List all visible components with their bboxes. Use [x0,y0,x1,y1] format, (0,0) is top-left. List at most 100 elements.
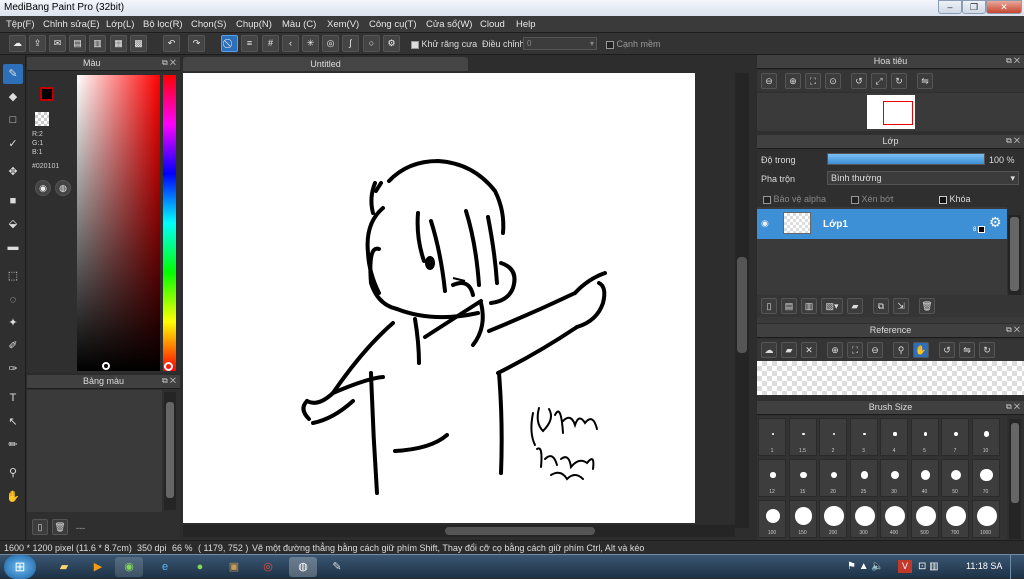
foreground-color[interactable] [40,87,54,101]
duplicate-layer-icon[interactable]: ⧉ [873,298,889,314]
comment-icon[interactable]: ✉ [49,35,66,52]
delete-swatch-icon[interactable]: 🗑 [52,519,68,535]
sv-cursor[interactable] [102,362,110,370]
upload-icon[interactable]: ⇪ [29,35,46,52]
opacity-slider[interactable] [827,153,985,165]
fullscreen-icon[interactable]: ⤢ [871,73,887,89]
cross-snap-icon[interactable]: # [262,35,279,52]
fit-icon[interactable]: ⛶ [847,342,863,358]
rotate-right-icon[interactable]: ↻ [891,73,907,89]
package-icon[interactable]: ▣ [220,557,248,577]
brush-size-option[interactable]: 400 [880,500,908,538]
chrome-icon[interactable]: ◎ [254,557,282,577]
chat-app-icon[interactable]: ● [186,557,214,577]
layer-scroll-thumb[interactable] [1010,217,1019,291]
curve-snap-icon[interactable]: ∫ [342,35,359,52]
close-reference-icon[interactable]: ✕ [801,342,817,358]
ie-icon[interactable]: e [151,557,179,577]
zoom-search-icon[interactable]: ⊙ [825,73,841,89]
correction-select[interactable]: 0 ▾ [523,37,597,50]
protect-alpha-checkbox[interactable]: Bảo vệ alpha [763,194,826,204]
zoom-in-icon[interactable]: ⊕ [827,342,843,358]
folder-icon[interactable]: ▰ [50,557,78,577]
lock-checkbox[interactable]: Khóa [939,194,971,204]
stroke-tool-icon[interactable]: ✓ [3,134,23,154]
transparent-color[interactable] [35,112,49,126]
hand-icon[interactable]: ✋ [913,342,929,358]
menu-file[interactable]: Tệp(F) [6,19,35,30]
new-halftone-layer-icon[interactable]: ▤ [781,298,797,314]
start-button[interactable]: ⊞ [4,555,36,579]
parallel-snap-icon[interactable]: ≡ [241,35,258,52]
brush-size-option[interactable]: 70 [971,459,1000,497]
gradient-tool-icon[interactable]: ▬ [3,237,23,257]
medibang-icon[interactable]: ◍ [289,557,317,577]
canvas-vertical-scrollbar[interactable] [735,73,749,528]
text-tool-icon[interactable]: T [3,388,23,408]
circle-snap-icon[interactable]: ◎ [322,35,339,52]
brush-scroll-thumb[interactable] [1011,423,1019,503]
maximize-button[interactable]: ❐ [962,0,986,14]
zoom-out-icon[interactable]: ⊖ [761,73,777,89]
brush-size-option[interactable]: 3 [849,418,878,456]
rotate-right-icon[interactable]: ↻ [979,342,995,358]
menu-help[interactable]: Help [516,19,536,30]
menu-filter[interactable]: Bộ lọc(R) [143,19,183,30]
swatch-area[interactable] [27,390,162,512]
brush-size-option[interactable]: 15 [788,459,817,497]
edge-checkbox[interactable]: Cạnh mềm [606,39,661,49]
network-icon[interactable]: ⊡ ▥ [918,561,939,572]
brush-size-option[interactable]: 7 [941,418,969,456]
eye-icon[interactable]: ◉ [761,218,769,229]
folder-icon[interactable]: ▰ [847,298,863,314]
flip-icon[interactable]: ⇋ [917,73,933,89]
lasso-tool-icon[interactable]: ◌ [3,290,23,310]
zoom-out-icon[interactable]: ⊖ [867,342,883,358]
merge-layer-icon[interactable]: ⇲ [893,298,909,314]
move-tool-icon[interactable]: ✥ [3,162,23,182]
brush-size-option[interactable]: 100 [758,500,786,538]
brush-size-option[interactable]: 12 [758,459,786,497]
swatch-scrollbar[interactable] [164,392,176,510]
canvas-horizontal-scrollbar[interactable] [183,525,735,537]
operation-tool-icon[interactable]: ↖ [3,412,23,432]
redo-icon[interactable]: ↷ [188,35,205,52]
menu-color[interactable]: Màu (C) [282,19,316,30]
rotate-left-icon[interactable]: ↺ [851,73,867,89]
brush-tool-icon[interactable]: ✎ [3,64,23,84]
brush-size-option[interactable]: 500 [910,500,939,538]
dot-tool-icon[interactable]: □ [3,110,23,130]
brush-size-option[interactable]: 50 [941,459,969,497]
brush-size-option[interactable]: 20 [819,459,847,497]
layout-icon[interactable]: ▦ [110,35,127,52]
layer-scrollbar[interactable] [1008,215,1021,295]
cloud-icon[interactable]: ☁ [9,35,26,52]
vanishing-snap-icon[interactable]: ‹ [282,35,299,52]
tray-icons[interactable]: ⚑ ▲ 🔈 [847,561,884,572]
green-app-icon[interactable]: ◉ [115,557,143,577]
add-swatch-icon[interactable]: ▯ [32,519,48,535]
panel-controls-icon[interactable]: ⧉ ✕ [1006,56,1020,66]
paint-icon[interactable]: ✎ [323,557,351,577]
layer-row[interactable]: ◉ Lớp1 8 ⚙ [757,209,1007,239]
open-folder-icon[interactable]: ▰ [781,342,797,358]
cloud-download-icon[interactable]: ☁ [761,342,777,358]
snap-off-icon[interactable]: ⃠ [221,35,238,52]
eyedropper-icon[interactable]: ⚲ [893,342,909,358]
close-button[interactable]: ✕ [986,0,1022,14]
palette-icon[interactable]: ◉ [35,180,51,196]
flip-icon[interactable]: ⇋ [959,342,975,358]
bucket-tool-icon[interactable]: ⬙ [3,214,23,234]
panel-controls-icon[interactable]: ⧉ ✕ [162,376,176,386]
color-set-icon[interactable]: ◍ [55,180,71,196]
zoom-in-icon[interactable]: ⊕ [785,73,801,89]
menu-edit[interactable]: Chỉnh sửa(E) [43,19,100,30]
swatch-scroll-thumb[interactable] [166,402,174,498]
panel-controls-icon[interactable]: ⧉ ✕ [1006,136,1020,146]
share-icon[interactable]: ▤ [69,35,86,52]
fit-icon[interactable]: ⛶ [805,73,821,89]
clock[interactable]: 11:18 SA [966,561,1002,571]
panel-controls-icon[interactable]: ⧉ ✕ [1006,402,1020,412]
snap-settings-icon[interactable]: ⚙ [383,35,400,52]
brush-scrollbar[interactable] [1009,419,1021,539]
